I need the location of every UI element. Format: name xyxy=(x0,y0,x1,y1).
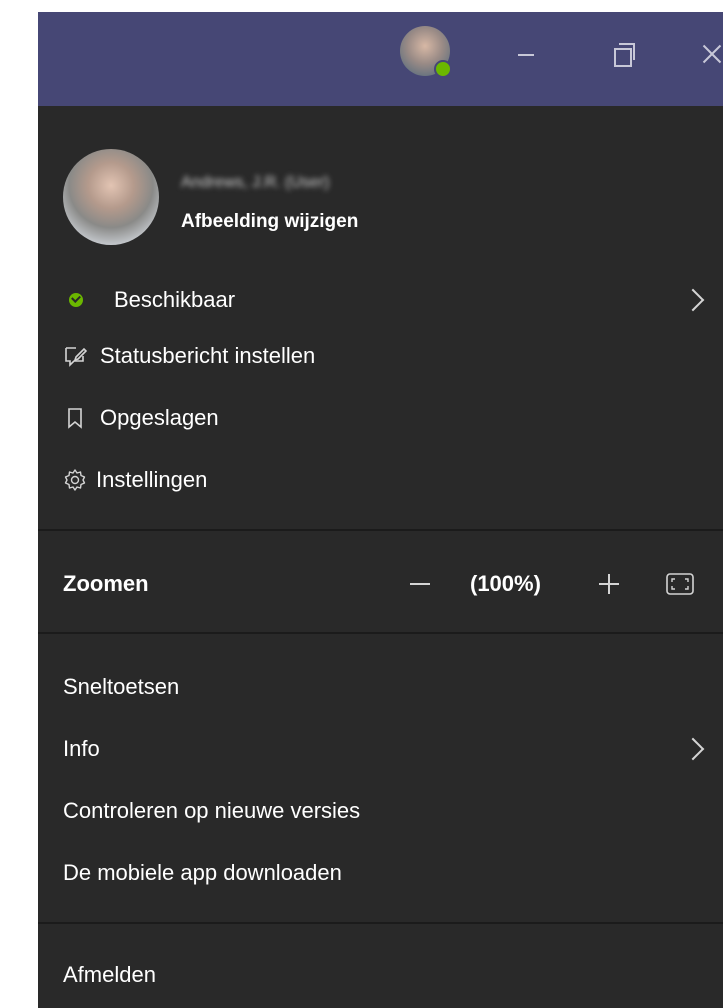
menu-item-mobile-app-label: De mobiele app downloaden xyxy=(63,860,342,885)
profile-picture[interactable] xyxy=(63,149,159,245)
change-picture-link[interactable]: Afbeelding wijzigen xyxy=(181,211,358,233)
menu-item-info-label: Info xyxy=(63,736,100,761)
menu-item-shortcuts[interactable]: Sneltoetsen xyxy=(38,659,723,715)
menu-item-saved-label: Opgeslagen xyxy=(100,405,219,430)
menu-item-status[interactable]: Beschikbaar xyxy=(38,272,723,328)
menu-item-shortcuts-label: Sneltoetsen xyxy=(63,674,180,699)
menu-item-check-updates-label: Controleren op nieuwe versies xyxy=(63,798,361,823)
minimize-button[interactable] xyxy=(512,40,540,68)
menu-item-status-message-label: Statusbericht instellen xyxy=(100,343,316,368)
title-bar xyxy=(38,12,723,106)
divider xyxy=(38,632,723,634)
sign-out-button[interactable]: Afmelden xyxy=(38,947,723,1003)
zoom-out-button[interactable] xyxy=(410,583,430,585)
chevron-right-icon xyxy=(681,737,705,761)
zoom-level: (100%) xyxy=(470,571,541,596)
menu-item-mobile-app[interactable]: De mobiele app downloaden xyxy=(38,845,723,901)
profile-avatar-button[interactable] xyxy=(400,26,452,78)
check-circle-icon xyxy=(69,293,83,307)
restore-button[interactable] xyxy=(610,40,638,68)
gear-icon xyxy=(64,469,86,491)
menu-item-saved[interactable]: Opgeslagen xyxy=(38,390,723,446)
divider xyxy=(38,529,723,531)
menu-item-settings[interactable]: Instellingen xyxy=(38,452,723,508)
profile-name: Andrews, J.R. (User) xyxy=(181,174,330,191)
fit-screen-icon[interactable] xyxy=(666,573,694,595)
menu-item-info[interactable]: Info xyxy=(38,721,723,777)
restore-icon xyxy=(614,48,632,67)
edit-message-icon xyxy=(65,347,87,367)
menu-item-status-label: Beschikbaar xyxy=(114,287,236,312)
close-button[interactable] xyxy=(698,40,723,68)
zoom-in-button[interactable] xyxy=(599,574,619,594)
menu-item-status-message[interactable]: Statusbericht instellen xyxy=(38,328,723,384)
presence-available-indicator xyxy=(434,60,452,78)
profile-section: Andrews, J.R. (User) Afbeelding wijzigen xyxy=(38,106,723,272)
chevron-right-icon xyxy=(681,288,705,312)
zoom-label: Zoomen xyxy=(63,571,149,596)
bookmark-icon xyxy=(68,408,82,429)
sign-out-label: Afmelden xyxy=(63,962,156,987)
menu-item-check-updates[interactable]: Controleren op nieuwe versies xyxy=(38,783,723,839)
zoom-row: Zoomen (100%) xyxy=(38,554,723,614)
teams-window: Andrews, J.R. (User) Afbeelding wijzigen… xyxy=(38,12,723,1008)
menu-item-settings-label: Instellingen xyxy=(96,467,208,492)
divider xyxy=(38,922,723,924)
